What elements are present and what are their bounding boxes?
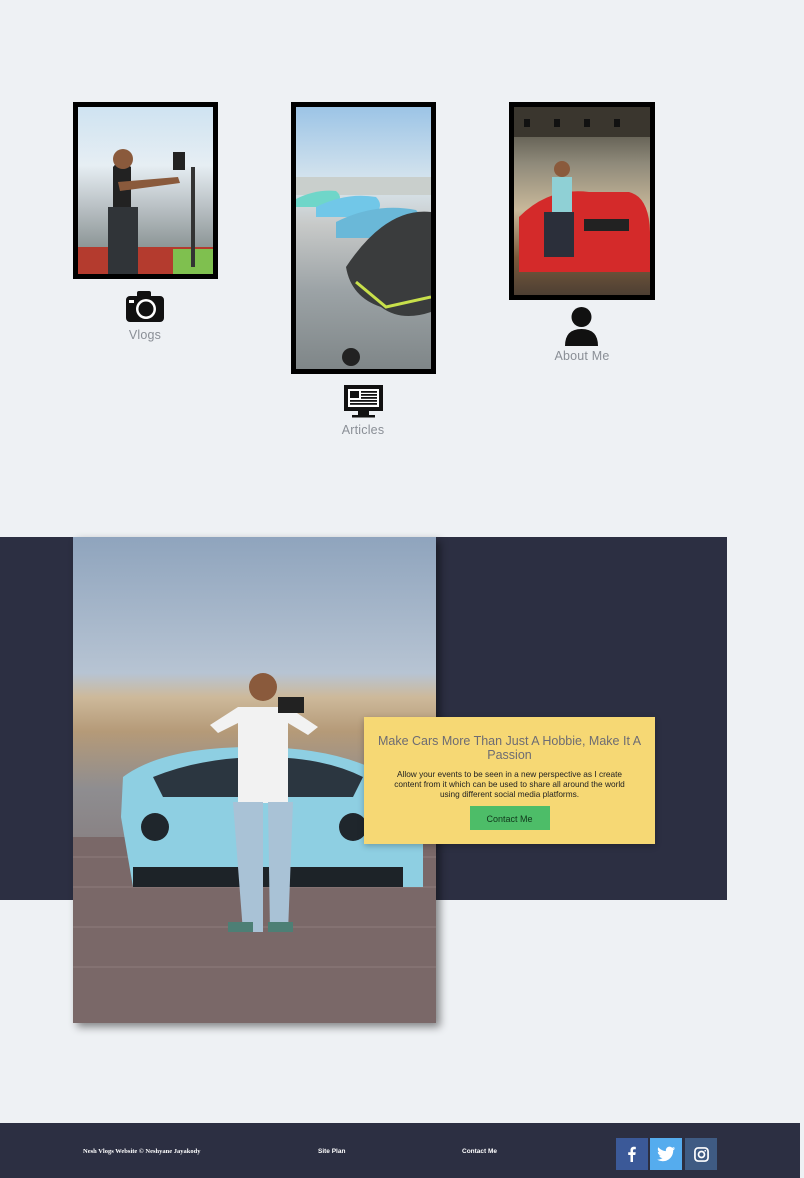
- hero-card: Make Cars More Than Just A Hobbie, Make …: [364, 717, 655, 844]
- contact-me-button[interactable]: Contact Me: [469, 806, 550, 830]
- twitter-button[interactable]: [650, 1138, 682, 1170]
- instagram-button[interactable]: [685, 1138, 717, 1170]
- user-icon: [564, 306, 599, 352]
- hero-text: Allow your events to be seen in a new pe…: [394, 769, 625, 799]
- footer-copyright: Nesh Vlogs Website © Neshyane Jayakody: [83, 1148, 201, 1155]
- vlogs-photo[interactable]: [73, 102, 218, 279]
- monitor-icon: [343, 384, 384, 423]
- vlogs-label[interactable]: Vlogs: [75, 328, 215, 342]
- facebook-button[interactable]: [616, 1138, 648, 1170]
- footer-contact-link[interactable]: Contact Me: [462, 1148, 497, 1155]
- instagram-icon: [693, 1146, 709, 1162]
- facebook-icon: [628, 1146, 636, 1162]
- about-label[interactable]: About Me: [512, 349, 652, 363]
- footer-site-plan-link[interactable]: Site Plan: [318, 1148, 345, 1155]
- articles-label[interactable]: Articles: [293, 423, 433, 437]
- hero-title: Make Cars More Than Just A Hobbie, Make …: [377, 734, 642, 762]
- twitter-icon: [657, 1146, 675, 1162]
- about-photo[interactable]: [509, 102, 655, 300]
- camera-icon: [125, 288, 165, 329]
- articles-photo[interactable]: [291, 102, 436, 374]
